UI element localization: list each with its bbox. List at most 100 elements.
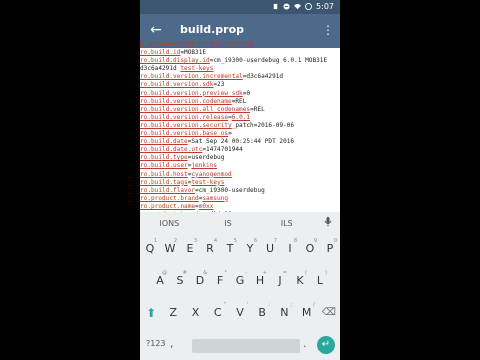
key-sub-label: 2 — [173, 238, 177, 244]
prop-line[interactable]: ro.build.flavor=cm_i9300-userdebug — [140, 187, 340, 195]
prop-line[interactable]: ro.build.tags=test-keys — [140, 179, 340, 187]
key-m[interactable]: M / — [296, 301, 318, 323]
prop-line[interactable]: ro.build.version.release=6.0.1 — [140, 114, 340, 122]
key-label: P — [326, 242, 334, 255]
prop-value: =MOB31E — [180, 49, 207, 57]
key-p[interactable]: P0 — [320, 237, 340, 259]
period-key[interactable]: . — [303, 337, 307, 350]
key-sub-label: / — [313, 302, 315, 308]
backspace-icon[interactable]: ⌫ — [318, 301, 340, 323]
key-u[interactable]: U7 — [260, 237, 280, 259]
enter-icon[interactable]: ↵ — [317, 336, 335, 354]
key-row-2: A @ S # D & F * G - H + J = K(L) — [140, 269, 330, 291]
key-sub-label: 5 — [233, 238, 237, 244]
prop-value-flagged: jenkins — [191, 162, 218, 170]
key-d[interactable]: D & — [190, 269, 210, 291]
prop-key: ro.build.version.codename — [140, 97, 232, 105]
prop-value-flagged: cyanogenmod — [191, 170, 232, 178]
key-y[interactable]: Y6 — [240, 237, 260, 259]
mic-icon[interactable] — [316, 217, 340, 229]
key-label: V — [236, 306, 244, 319]
prop-value-flagged: test-keys — [180, 65, 214, 73]
prop-line[interactable]: ro.build.host=cyanogenmod — [140, 171, 340, 179]
key-r[interactable]: R4 — [200, 237, 220, 259]
key-sub-label: & — [203, 270, 207, 276]
prop-line[interactable]: ro.build.version.incremental=d3c6a4291d — [140, 73, 340, 81]
prop-line[interactable]: ro.build.type=userdebug — [140, 154, 340, 162]
space-key[interactable] — [192, 339, 300, 353]
key-sub-label: " — [223, 302, 226, 308]
key-f[interactable]: F * — [210, 269, 230, 291]
key-label: B — [258, 306, 266, 319]
key-t[interactable]: T5 — [220, 237, 240, 259]
prop-key: ro.build.version.security — [140, 121, 232, 129]
prop-line[interactable]: ro.product.brand=samsung — [140, 195, 340, 203]
key-l[interactable]: L) — [310, 269, 330, 291]
suggestion-2[interactable]: IS — [199, 219, 258, 228]
key-s[interactable]: S # — [170, 269, 190, 291]
key-v[interactable]: V ' — [229, 301, 251, 323]
prop-line[interactable]: ro.build.version.codename=REL — [140, 98, 340, 106]
key-z[interactable]: Z — [162, 301, 184, 323]
key-c[interactable]: C " — [207, 301, 229, 323]
key-sub-label: 7 — [273, 238, 277, 244]
prop-line[interactable]: ro.build.id=MOB31E — [140, 49, 340, 57]
key-h[interactable]: H + — [250, 269, 270, 291]
key-w[interactable]: W2 — [160, 237, 180, 259]
phone-screen: 5:07 ← build.prop ⋮ # autogenerated by b… — [140, 0, 340, 360]
key-i[interactable]: I8 — [280, 237, 300, 259]
prop-line[interactable]: ro.build.version.security_patch=2016-09-… — [140, 122, 340, 130]
prop-line[interactable]: ro.build.date=Sat Sep 24 00:25:44 PDT 20… — [140, 138, 340, 146]
key-sub-label: : — [268, 302, 271, 308]
comma-key[interactable]: , — [170, 337, 174, 350]
key-e[interactable]: E3 — [180, 237, 200, 259]
overflow-menu-icon[interactable]: ⋮ — [322, 22, 334, 38]
key-n[interactable]: N; — [273, 301, 295, 323]
prop-line[interactable]: ro.build.version.all_codenames=REL — [140, 106, 340, 114]
prop-key: ro.build.date — [140, 138, 188, 146]
key-j[interactable]: J = — [270, 269, 290, 291]
prop-line[interactable]: ro.build.user=jenkins — [140, 162, 340, 170]
key-sub-label: 9 — [313, 238, 317, 244]
key-b[interactable]: B: — [251, 301, 273, 323]
prop-value: =0 — [242, 89, 251, 97]
key-sub-label: - — [245, 270, 247, 276]
prop-line[interactable]: ro.build.date.utc=1474701944 — [140, 146, 340, 154]
key-o[interactable]: O9 — [300, 237, 320, 259]
back-arrow-icon[interactable]: ← — [148, 22, 164, 38]
key-row-3: ⬆ Z X C " V ' B: N; M / ⌫ — [140, 301, 340, 323]
shift-icon[interactable]: ⬆ — [140, 301, 162, 323]
key-label: Y — [246, 242, 254, 255]
prop-line[interactable]: ro.product.name=m0xx — [140, 203, 340, 211]
prop-value: d3c6a4291d — [140, 65, 181, 73]
wifi-icon — [294, 3, 302, 10]
key-x[interactable]: X — [184, 301, 206, 323]
key-a[interactable]: A @ — [150, 269, 170, 291]
prop-line[interactable]: # autogenerated by buildinfo.sh — [140, 41, 340, 49]
suggestion-3[interactable]: ILS — [257, 219, 316, 228]
file-content[interactable]: # autogenerated by buildinfo.sh ro.build.… — [140, 41, 340, 212]
key-label: R — [206, 242, 214, 255]
key-k[interactable]: K( — [290, 269, 310, 291]
prop-value: =Sat Sep 24 00:25:44 PDT 2016 — [187, 138, 295, 146]
prop-value-flagged: 6.0.1 — [231, 113, 251, 121]
prop-line[interactable]: ro.build.version.base_os= — [140, 130, 340, 138]
key-label: F — [216, 274, 224, 287]
symbols-key[interactable]: ?123 — [146, 339, 166, 348]
prop-line[interactable]: ro.build.version.preview_sdk=0 — [140, 90, 340, 98]
key-sub-label: 6 — [253, 238, 257, 244]
suggestion-1[interactable]: IONS — [140, 219, 199, 228]
prop-line[interactable]: ro.build.version.sdk=23 — [140, 81, 340, 89]
prop-line[interactable]: d3c6a4291d test-keys — [140, 65, 340, 73]
prop-key: ro.build.date.utc — [140, 146, 203, 154]
key-q[interactable]: Q1 — [140, 237, 160, 259]
prop-line[interactable]: ro.build.display.id=cm_i9300-userdebug 6… — [140, 57, 340, 65]
key-label: U — [265, 242, 275, 255]
key-label: T — [226, 242, 234, 255]
key-label: N — [280, 306, 289, 319]
key-sub-label: + — [262, 270, 267, 276]
status-bar: 5:07 — [140, 0, 340, 14]
prop-value: =REL — [250, 105, 265, 113]
key-g[interactable]: G- — [230, 269, 250, 291]
prop-value: =userdebug — [187, 154, 225, 162]
